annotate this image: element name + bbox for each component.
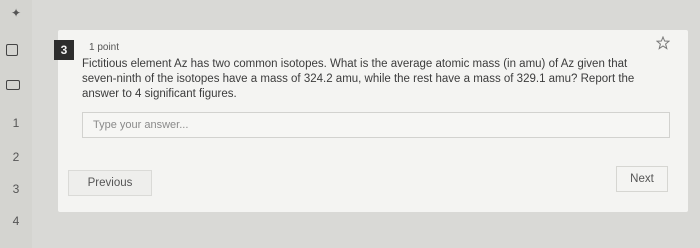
question-text: Fictitious element Az has two common iso… [82, 58, 635, 100]
sidebar-item-3[interactable]: 3 [0, 182, 32, 196]
next-button[interactable]: Next [616, 166, 668, 192]
question-number: 3 [54, 40, 74, 60]
flag-icon[interactable] [6, 44, 18, 56]
sidebar-item-4[interactable]: 4 [0, 214, 32, 228]
question-sidebar: ✦ 1 2 3 4 [0, 0, 32, 248]
pin-icon[interactable]: ✦ [0, 6, 32, 20]
previous-button[interactable]: Previous [68, 170, 152, 196]
bookmark-icon[interactable] [656, 36, 670, 50]
question-points: 1 point [89, 42, 120, 53]
sidebar-item-1[interactable]: 1 [0, 116, 32, 130]
calculator-icon[interactable] [6, 80, 20, 90]
sidebar-item-2[interactable]: 2 [0, 150, 32, 164]
answer-input[interactable]: Type your answer... [82, 112, 670, 138]
